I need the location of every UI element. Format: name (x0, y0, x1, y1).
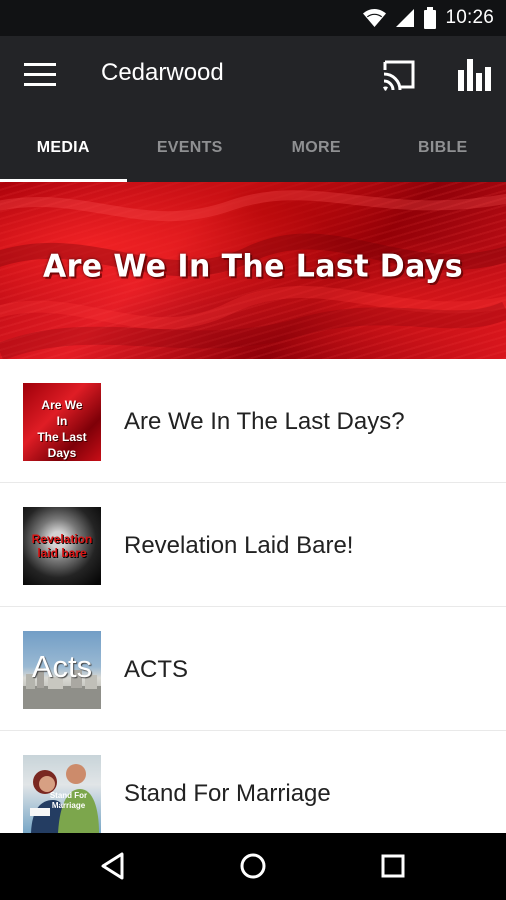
media-thumbnail: Revelation laid bare (23, 507, 101, 585)
back-icon[interactable] (97, 850, 129, 882)
status-icons: 10:26 (362, 0, 494, 36)
tab-more[interactable]: MORE (253, 114, 380, 182)
media-thumbnail: Acts (23, 631, 101, 709)
media-thumbnail: Stand For Marriage (23, 755, 101, 833)
android-navigation-bar (0, 833, 506, 900)
section-tabs: MEDIA EVENTS MORE BIBLE (0, 114, 506, 182)
status-bar: 10:26 (0, 0, 506, 36)
media-item[interactable]: Revelation laid bare Revelation Laid Bar… (0, 483, 506, 607)
status-time: 10:26 (445, 7, 494, 28)
menu-icon[interactable] (24, 62, 56, 88)
thumbnail-title: Acts (23, 650, 101, 684)
media-list: Are We In The Last Days Are We In The La… (0, 359, 506, 833)
cast-icon[interactable] (381, 58, 417, 92)
thumbnail-text: Stand For Marriage (49, 791, 88, 810)
thumbnail-text: Revelation laid bare (31, 532, 93, 560)
media-title: Stand For Marriage (124, 780, 331, 807)
app-title: Cedarwood (101, 59, 224, 86)
media-item[interactable]: Are We In The Last Days Are We In The La… (0, 359, 506, 483)
recent-apps-icon[interactable] (377, 850, 409, 882)
thumbnail-text: Are We In The Last Days (37, 398, 87, 460)
media-item[interactable]: Acts ACTS (0, 607, 506, 731)
thumbnail-title: Stand For Marriage (36, 791, 101, 811)
app-bar: Cedarwood (0, 36, 506, 114)
signal-icon (396, 9, 415, 27)
wifi-icon (363, 9, 387, 27)
tab-bible[interactable]: BIBLE (380, 114, 506, 182)
tab-events[interactable]: EVENTS (127, 114, 254, 182)
featured-banner[interactable]: Are We In The Last Days (0, 182, 506, 359)
media-title: ACTS (124, 656, 189, 683)
banner-title: Are We In The Last Days (42, 248, 464, 285)
media-item[interactable]: Stand For Marriage Stand For Marriage (0, 731, 506, 833)
tab-media[interactable]: MEDIA (0, 114, 127, 182)
chart-icon[interactable] (456, 57, 492, 93)
media-thumbnail: Are We In The Last Days (23, 383, 101, 461)
battery-icon (424, 6, 437, 29)
thumbnail-title: Are We In The Last Days (23, 397, 101, 461)
thumbnail-title: Revelation laid bare (23, 532, 101, 560)
home-icon[interactable] (237, 850, 269, 882)
media-title: Revelation Laid Bare! (124, 532, 354, 559)
thumbnail-text: Acts (31, 649, 93, 684)
media-title: Are We In The Last Days? (124, 408, 405, 435)
